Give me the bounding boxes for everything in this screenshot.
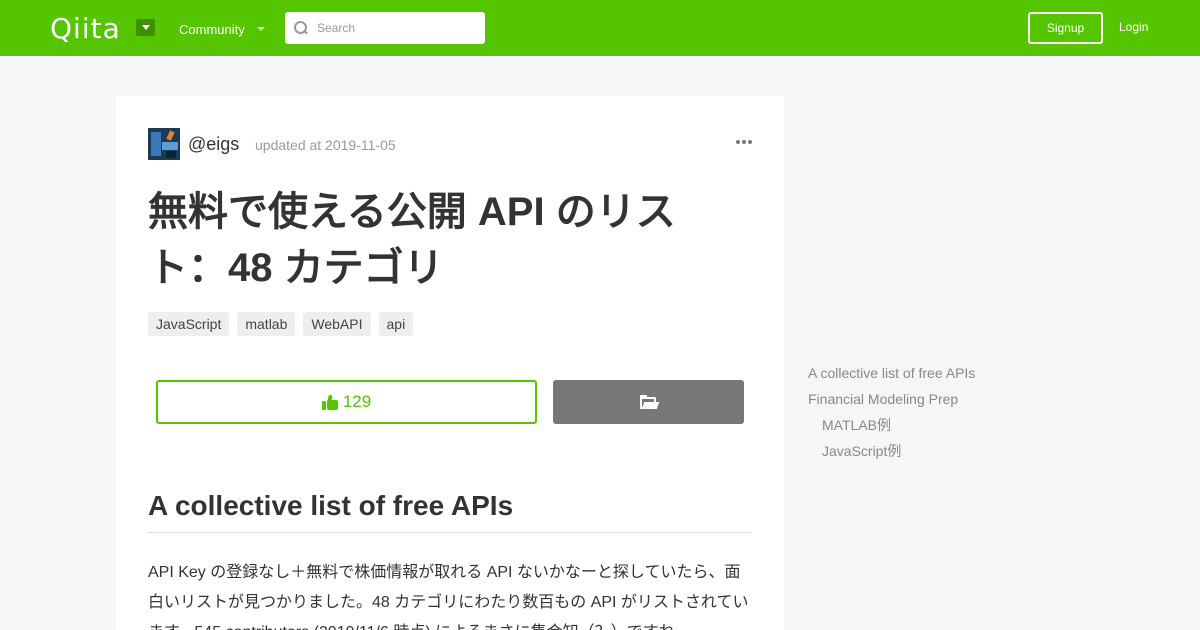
tag-matlab[interactable]: matlab xyxy=(237,312,296,336)
search-box[interactable] xyxy=(285,12,485,44)
toc-item-free-apis[interactable]: A collective list of free APIs xyxy=(808,362,1068,388)
section-heading: A collective list of free APIs xyxy=(148,490,752,533)
community-menu[interactable]: Community xyxy=(179,20,265,38)
updated-date: updated at 2019-11-05 xyxy=(255,137,396,153)
logo-dropdown-icon[interactable] xyxy=(136,19,155,36)
search-input[interactable] xyxy=(317,21,477,35)
toc-item-financial-modeling-prep[interactable]: Financial Modeling Prep xyxy=(808,388,1068,414)
article-title: 無料で使える公開 API のリスト：48 カテゴリ xyxy=(148,190,676,290)
thumbs-up-icon xyxy=(321,394,338,410)
global-header: Qiita Community Signup Login xyxy=(0,0,1200,56)
tag-javascript[interactable]: JavaScript xyxy=(148,312,230,336)
like-count: 129 xyxy=(342,392,372,411)
author-username[interactable]: @eigs xyxy=(188,134,239,155)
more-options-icon[interactable] xyxy=(736,140,752,144)
search-icon xyxy=(294,21,308,35)
login-link[interactable]: Login xyxy=(1119,20,1148,34)
toc-item-javascript-example[interactable]: JavaScript例 xyxy=(808,440,1068,466)
author-avatar[interactable] xyxy=(148,128,180,160)
tag-list: JavaScript matlab WebAPI api xyxy=(148,312,414,336)
caret-down-icon xyxy=(256,27,265,31)
community-label: Community xyxy=(179,21,245,37)
table-of-contents: A collective list of free APIs Financial… xyxy=(808,362,1068,466)
tag-webapi[interactable]: WebAPI xyxy=(303,312,371,336)
folder-open-icon xyxy=(639,395,659,409)
tag-api[interactable]: api xyxy=(378,312,414,336)
like-button[interactable]: 129 xyxy=(156,380,537,424)
stock-button[interactable] xyxy=(553,380,744,424)
article-body-text: API Key の登録なし＋無料で株価情報が取れる API ないかなーと探してい… xyxy=(148,564,749,630)
signup-button[interactable]: Signup xyxy=(1028,12,1103,44)
qiita-logo[interactable]: Qiita xyxy=(50,12,121,45)
article-card: @eigs updated at 2019-11-05 無料で使える公開 API… xyxy=(116,96,784,630)
toc-item-matlab-example[interactable]: MATLAB例 xyxy=(808,414,1068,440)
